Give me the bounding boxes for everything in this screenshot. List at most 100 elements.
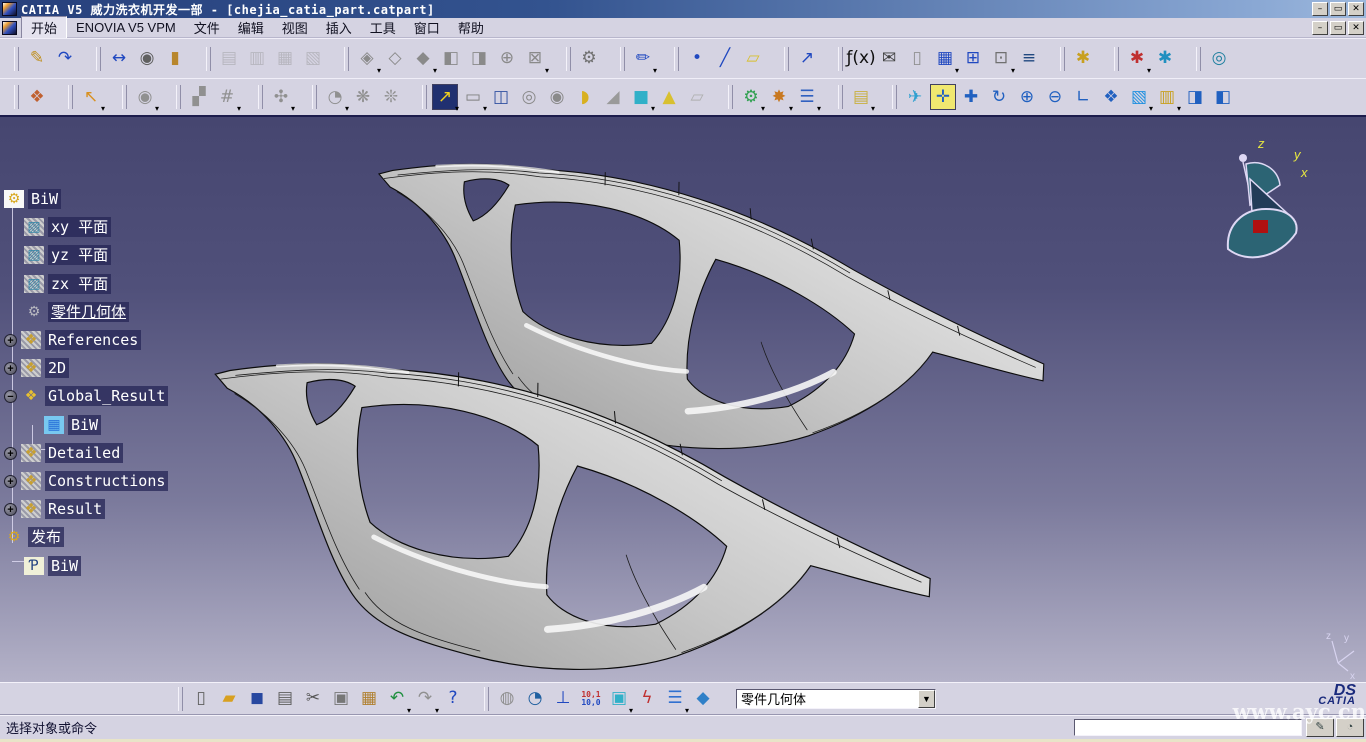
tree-item-label[interactable]: BiW xyxy=(48,556,81,576)
tree-item-label[interactable]: References xyxy=(45,330,141,350)
tree-item-BiW[interactable]: ƤBiW xyxy=(24,554,81,578)
plane-icon[interactable]: ▱ xyxy=(740,46,766,72)
tree-item-零件几何体[interactable]: ⚙零件几何体 xyxy=(24,300,129,324)
sketcher-icon[interactable]: ↗▾ xyxy=(432,84,458,110)
lock-small-icon[interactable]: ▯ xyxy=(904,46,930,72)
menu-item-文件[interactable]: 文件 xyxy=(185,17,229,38)
axis-system-icon[interactable]: ⊥ xyxy=(550,686,576,712)
tree-item-Global_Result[interactable]: −❖Global_Result xyxy=(4,384,168,408)
weight-icon[interactable]: ▮ xyxy=(162,46,188,72)
tree-item-label[interactable]: Global_Result xyxy=(45,386,168,406)
collapse-icon[interactable]: − xyxy=(4,390,17,403)
expand-icon[interactable]: + xyxy=(4,362,17,375)
measure-icon[interactable]: ↔ xyxy=(106,46,132,72)
cut-icon[interactable]: ✂ xyxy=(300,686,326,712)
section-view-3-icon[interactable]: ◆▾ xyxy=(410,46,436,72)
menu-item-编辑[interactable]: 编辑 xyxy=(229,17,273,38)
lock-icon[interactable]: ⊡▾ xyxy=(988,46,1014,72)
connect-icon[interactable]: ◔ xyxy=(522,686,548,712)
body-combo-box[interactable]: 零件几何体 ▼ xyxy=(736,689,936,709)
constraint-gold-icon[interactable]: ✱ xyxy=(1070,46,1096,72)
menu-item-工具[interactable]: 工具 xyxy=(361,17,405,38)
sketch-tracer-icon[interactable]: ✏▾ xyxy=(630,46,656,72)
tree-item-发布[interactable]: ⚙发布 xyxy=(4,525,64,549)
tree-item-label[interactable]: BiW xyxy=(68,415,101,435)
menu-item-ENOVIA V5 VPM[interactable]: ENOVIA V5 VPM xyxy=(67,19,185,36)
lightning-icon[interactable]: ϟ xyxy=(634,686,660,712)
minimize-button[interactable]: – xyxy=(1312,2,1328,16)
menu-item-视图[interactable]: 视图 xyxy=(273,17,317,38)
tree-item-Result[interactable]: +❖Result xyxy=(4,497,105,521)
paste-special-2-icon[interactable]: ▥ xyxy=(244,46,270,72)
update-icon[interactable]: ▣▾ xyxy=(606,686,632,712)
zoom-out-icon[interactable]: ⊖ xyxy=(1042,84,1068,110)
look-at-icon[interactable]: ◉▾ xyxy=(132,84,158,110)
mass-properties-icon[interactable]: ◉ xyxy=(134,46,160,72)
section-view-2-icon[interactable]: ◇ xyxy=(382,46,408,72)
help-select-icon[interactable]: ? xyxy=(440,686,466,712)
tree-item-label[interactable]: 发布 xyxy=(28,527,64,547)
tree-item-label[interactable]: xy 平面 xyxy=(48,217,111,237)
child-close-button[interactable]: ✕ xyxy=(1348,21,1364,35)
target-view-icon[interactable]: ⊕ xyxy=(494,46,520,72)
box-view-icon[interactable]: ⊠▾ xyxy=(522,46,548,72)
options-gear-icon[interactable]: ⚙ xyxy=(576,46,602,72)
paste-special-1-icon[interactable]: ▤ xyxy=(216,46,242,72)
tree-item-label[interactable]: Result xyxy=(45,499,105,519)
tree-item-References[interactable]: +❖References xyxy=(4,328,141,352)
multi-view-icon[interactable]: ❖ xyxy=(1098,84,1124,110)
rotate-view-icon[interactable]: ↻ xyxy=(986,84,1012,110)
paste-icon[interactable]: ▦ xyxy=(356,686,382,712)
tree-item-zx 平面[interactable]: ▨zx 平面 xyxy=(24,272,111,296)
workbench-icon[interactable]: ❖ xyxy=(24,84,50,110)
3d-viewport[interactable]: z y x z y x ⚙BiW▨xy 平面▨yz 平面▨zx 平面⚙零件几何体… xyxy=(0,115,1366,682)
constraint-blue-icon[interactable]: ✱ xyxy=(1152,46,1178,72)
rule-icon[interactable]: ≡ xyxy=(1016,46,1042,72)
tree-item-2D[interactable]: +❖2D xyxy=(4,356,69,380)
box-feature-icon[interactable]: ■▾ xyxy=(628,84,654,110)
formula-icon[interactable]: ƒ(x) xyxy=(848,46,874,72)
hide-show-icon[interactable]: ◨ xyxy=(1182,84,1208,110)
constraint-pair-icon[interactable]: ◎ xyxy=(1206,46,1232,72)
new-file-icon[interactable]: ▯ xyxy=(188,686,214,712)
relations-icon[interactable]: ⊞ xyxy=(960,46,986,72)
section-view-5-icon[interactable]: ◨ xyxy=(466,46,492,72)
new-from-pad-icon[interactable]: ✎ xyxy=(24,46,50,72)
expand-icon[interactable]: + xyxy=(4,503,17,516)
render-style-icon[interactable]: ▥▾ xyxy=(1154,84,1180,110)
gears-icon[interactable]: ⚙▾ xyxy=(738,84,764,110)
undo-icon[interactable]: ↶▾ xyxy=(384,686,410,712)
positioned-sketch-icon[interactable]: ▭▾ xyxy=(460,84,486,110)
knowledge-values-icon[interactable]: 10,110,0 xyxy=(578,686,604,712)
fly-icon[interactable]: ✈ xyxy=(902,84,928,110)
spray-1-icon[interactable]: ❋ xyxy=(350,84,376,110)
spray-2-icon[interactable]: ❊ xyxy=(378,84,404,110)
rotate-snap-icon[interactable]: ✣▾ xyxy=(268,84,294,110)
tree-item-label[interactable]: BiW xyxy=(28,189,61,209)
combo-dropdown-icon[interactable]: ▼ xyxy=(918,690,935,708)
open-set-icon[interactable]: ↷ xyxy=(52,46,78,72)
save-icon[interactable]: ◼ xyxy=(244,686,270,712)
cylinder-icon[interactable]: ◎ xyxy=(516,84,542,110)
menu-item-开始[interactable]: 开始 xyxy=(21,16,67,39)
tree-item-xy 平面[interactable]: ▨xy 平面 xyxy=(24,215,111,239)
menu-item-窗口[interactable]: 窗口 xyxy=(405,17,449,38)
tree-item-yz 平面[interactable]: ▨yz 平面 xyxy=(24,243,111,267)
restore-button[interactable]: ▭ xyxy=(1330,2,1346,16)
tree-item-BiW[interactable]: ▦BiW xyxy=(44,413,101,437)
fillet-icon[interactable]: ◗ xyxy=(572,84,598,110)
copy-icon[interactable]: ▣ xyxy=(328,686,354,712)
child-minimize-button[interactable]: – xyxy=(1312,21,1328,35)
catalog-book-icon[interactable]: ◆ xyxy=(690,686,716,712)
line-icon[interactable]: ╱ xyxy=(712,46,738,72)
comment-icon[interactable]: ✉ xyxy=(876,46,902,72)
planes-view-icon[interactable]: ▞ xyxy=(186,84,212,110)
close-button[interactable]: ✕ xyxy=(1348,2,1364,16)
menu-item-插入[interactable]: 插入 xyxy=(317,17,361,38)
tree-item-label[interactable]: zx 平面 xyxy=(48,274,111,294)
grid-icon[interactable]: #▾ xyxy=(214,84,240,110)
surface-icon[interactable]: ▱ xyxy=(684,84,710,110)
hole-icon[interactable]: ◉ xyxy=(544,84,570,110)
select-arrow-icon[interactable]: ↖▾ xyxy=(78,84,104,110)
tree-item-BiW[interactable]: ⚙BiW xyxy=(4,187,61,211)
